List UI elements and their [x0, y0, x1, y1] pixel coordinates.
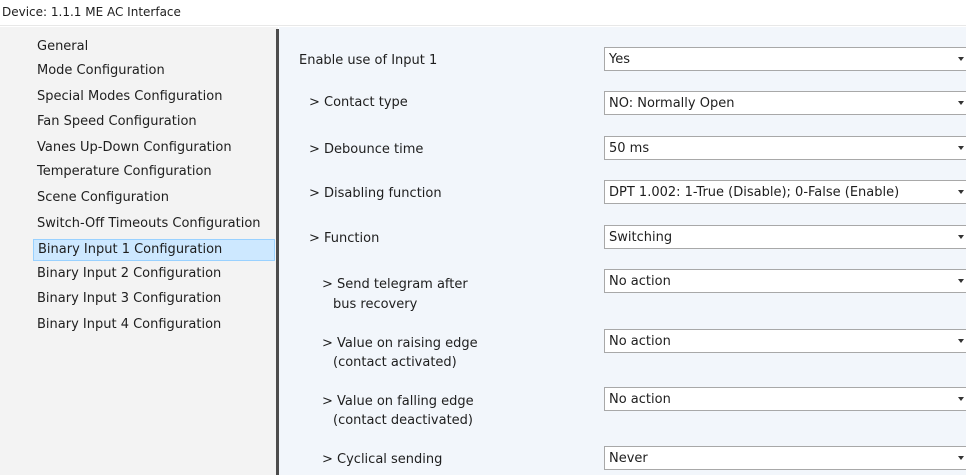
chevron-down-icon: [958, 101, 964, 105]
chevron-down-icon: [958, 339, 964, 343]
sidebar: General Mode Configuration Special Modes…: [0, 27, 278, 475]
raising-edge-dropdown[interactable]: No action: [604, 329, 966, 353]
sidebar-item-general[interactable]: General: [33, 36, 275, 58]
sidebar-item-binary-input-4[interactable]: Binary Input 4 Configuration: [33, 314, 275, 336]
device-title: Device: 1.1.1 ME AC Interface: [2, 5, 181, 19]
param-label-enable-input: Enable use of Input 1: [299, 53, 438, 68]
disabling-function-dropdown[interactable]: DPT 1.002: 1-True (Disable); 0-False (En…: [604, 180, 966, 204]
param-label-debounce-time: > Debounce time: [309, 142, 424, 157]
dropdown-value: No action: [609, 274, 671, 289]
sidebar-item-mode[interactable]: Mode Configuration: [33, 60, 275, 82]
param-label-disabling-function: > Disabling function: [309, 186, 442, 201]
chevron-down-icon: [958, 235, 964, 239]
param-label-raising-edge-line2: (contact activated): [333, 355, 457, 370]
sidebar-item-binary-input-2[interactable]: Binary Input 2 Configuration: [33, 263, 275, 285]
dropdown-value: DPT 1.002: 1-True (Disable); 0-False (En…: [609, 185, 900, 200]
sidebar-item-binary-input-3[interactable]: Binary Input 3 Configuration: [33, 288, 275, 310]
param-label-send-telegram-line2: bus recovery: [333, 297, 418, 312]
chevron-down-icon: [958, 57, 964, 61]
param-label-send-telegram: > Send telegram after: [322, 277, 468, 292]
chevron-down-icon: [958, 456, 964, 460]
sidebar-item-fan-speed[interactable]: Fan Speed Configuration: [33, 111, 275, 133]
chevron-down-icon: [958, 279, 964, 283]
dropdown-value: 50 ms: [609, 141, 650, 156]
sidebar-item-vanes[interactable]: Vanes Up-Down Configuration: [33, 137, 275, 159]
param-label-cyclical-sending: > Cyclical sending: [322, 452, 443, 467]
chevron-down-icon: [958, 190, 964, 194]
sidebar-item-temperature[interactable]: Temperature Configuration: [33, 161, 275, 183]
dropdown-value: Switching: [609, 230, 673, 245]
send-telegram-dropdown[interactable]: No action: [604, 269, 966, 293]
contact-type-dropdown[interactable]: NO: Normally Open: [604, 91, 966, 115]
dropdown-value: NO: Normally Open: [609, 96, 735, 111]
param-label-raising-edge: > Value on raising edge: [322, 336, 478, 351]
chevron-down-icon: [958, 397, 964, 401]
param-label-falling-edge: > Value on falling edge: [322, 394, 474, 409]
param-label-function: > Function: [309, 231, 380, 246]
cyclical-sending-dropdown[interactable]: Never: [604, 446, 966, 470]
sidebar-item-special-modes[interactable]: Special Modes Configuration: [33, 86, 275, 108]
sidebar-item-binary-input-1[interactable]: Binary Input 1 Configuration: [33, 239, 275, 261]
sidebar-item-switch-off[interactable]: Switch-Off Timeouts Configuration: [33, 213, 275, 235]
param-label-falling-edge-line2: (contact deactivated): [333, 413, 474, 428]
falling-edge-dropdown[interactable]: No action: [604, 387, 966, 411]
param-label-contact-type: > Contact type: [309, 95, 408, 110]
dropdown-value: No action: [609, 392, 671, 407]
enable-input-dropdown[interactable]: Yes: [604, 47, 966, 71]
debounce-time-dropdown[interactable]: 50 ms: [604, 136, 966, 160]
sidebar-item-scene[interactable]: Scene Configuration: [33, 187, 275, 209]
function-dropdown[interactable]: Switching: [604, 225, 966, 249]
dropdown-value: No action: [609, 334, 671, 349]
dropdown-value: Never: [609, 451, 648, 466]
title-bar: Device: 1.1.1 ME AC Interface: [0, 0, 966, 26]
dropdown-value: Yes: [609, 52, 630, 67]
chevron-down-icon: [958, 146, 964, 150]
